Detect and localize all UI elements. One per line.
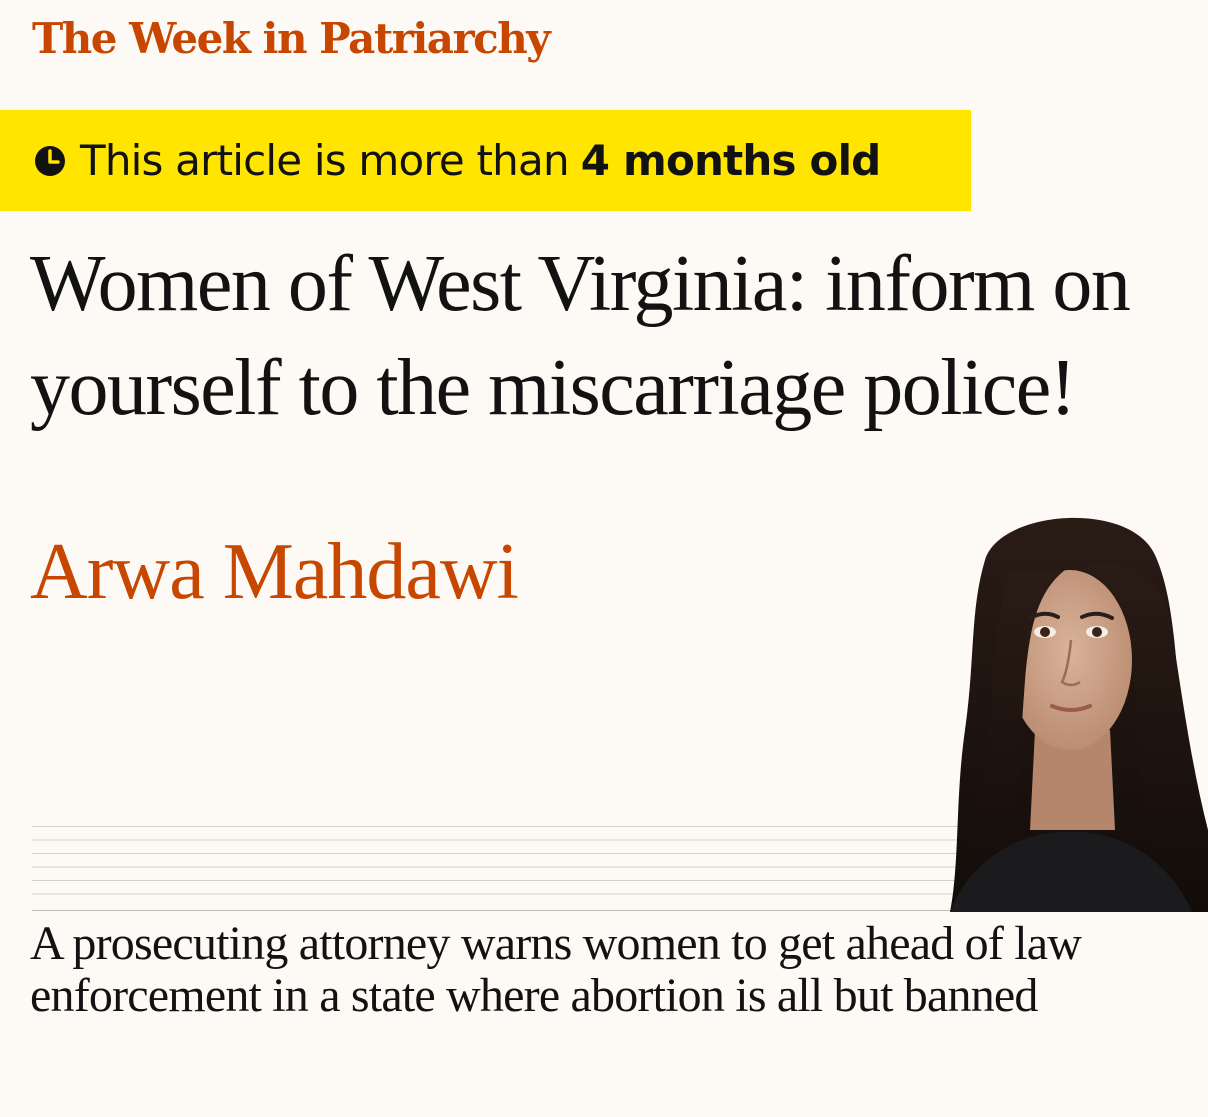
clock-icon [35,145,65,176]
article-headline: Women of West Virginia: inform on yourse… [30,240,1131,432]
author-photo [930,500,1208,912]
author-byline[interactable]: Arwa Mahdawi [30,520,519,624]
series-link[interactable]: The Week in Patriarchy [32,14,551,63]
article-age-banner: This article is more than 4 months old [0,110,971,211]
article-standfirst: A prosecuting attorney warns women to ge… [30,917,1082,1022]
age-warning-duration: 4 months old [580,136,881,185]
age-warning-text: This article is more than [80,136,570,185]
